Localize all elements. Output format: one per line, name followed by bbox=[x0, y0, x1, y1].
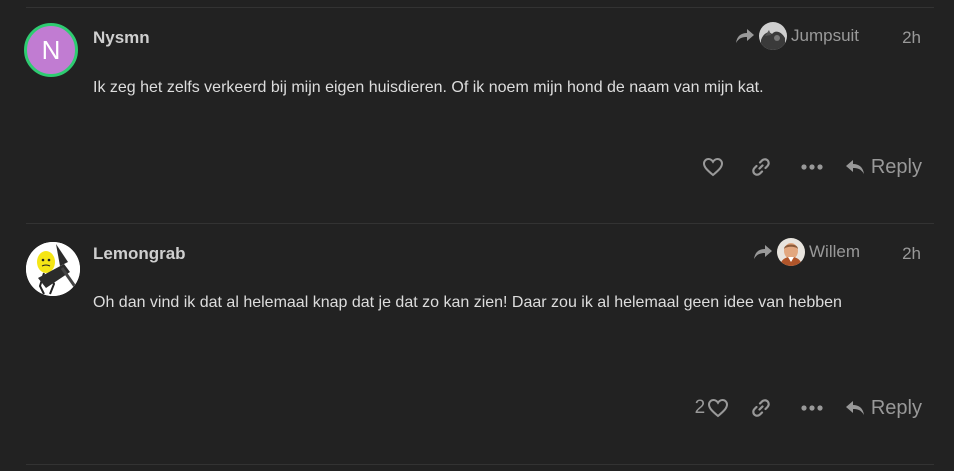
post: N Nysmn Jumpsuit 2h Ik zeg het zelfs ver… bbox=[0, 8, 954, 223]
link-icon bbox=[751, 157, 771, 177]
heart-icon bbox=[702, 157, 724, 177]
share-arrow-icon bbox=[735, 27, 755, 45]
avatar[interactable] bbox=[26, 242, 80, 296]
reply-button[interactable]: Reply bbox=[841, 390, 922, 426]
like-button[interactable]: 2 bbox=[689, 390, 735, 426]
reply-to-username: Willem bbox=[809, 242, 860, 261]
ellipsis-icon bbox=[801, 405, 823, 411]
avatar[interactable]: N bbox=[24, 23, 78, 77]
copy-link-button[interactable] bbox=[741, 390, 781, 426]
reply-to-tab[interactable]: Willem bbox=[753, 238, 860, 266]
ellipsis-icon bbox=[801, 164, 823, 170]
heart-icon bbox=[707, 398, 729, 418]
like-button[interactable] bbox=[689, 149, 735, 185]
reply-arrow-icon bbox=[845, 399, 865, 417]
link-icon bbox=[751, 398, 771, 418]
post-date[interactable]: 2h bbox=[902, 244, 921, 264]
reply-to-avatar bbox=[759, 22, 787, 50]
post-divider bbox=[26, 464, 934, 465]
post-username[interactable]: Nysmn bbox=[93, 28, 150, 48]
post-actions: 2 Reply bbox=[689, 390, 922, 426]
reply-arrow-icon bbox=[845, 158, 865, 176]
reply-to-username: Jumpsuit bbox=[791, 26, 860, 45]
post-username[interactable]: Lemongrab bbox=[93, 244, 186, 264]
post-body: Oh dan vind ik dat al helemaal knap dat … bbox=[93, 294, 842, 311]
show-more-button[interactable] bbox=[791, 149, 833, 185]
like-count: 2 bbox=[694, 397, 706, 418]
post-body: Ik zeg het zelfs verkeerd bij mijn eigen… bbox=[93, 79, 764, 96]
reply-button[interactable]: Reply bbox=[841, 149, 922, 185]
post-date[interactable]: 2h bbox=[902, 28, 921, 48]
reply-to-avatar bbox=[777, 238, 805, 266]
reply-label: Reply bbox=[870, 396, 922, 419]
show-more-button[interactable] bbox=[791, 390, 833, 426]
copy-link-button[interactable] bbox=[741, 149, 781, 185]
share-arrow-icon bbox=[753, 243, 773, 261]
post: Lemongrab Willem 2h Oh dan vind ik dat a… bbox=[0, 224, 954, 464]
reply-label: Reply bbox=[870, 155, 922, 178]
post-actions: Reply bbox=[689, 149, 922, 185]
avatar-letter: N bbox=[41, 34, 61, 65]
reply-to-tab[interactable]: Jumpsuit bbox=[735, 22, 859, 50]
